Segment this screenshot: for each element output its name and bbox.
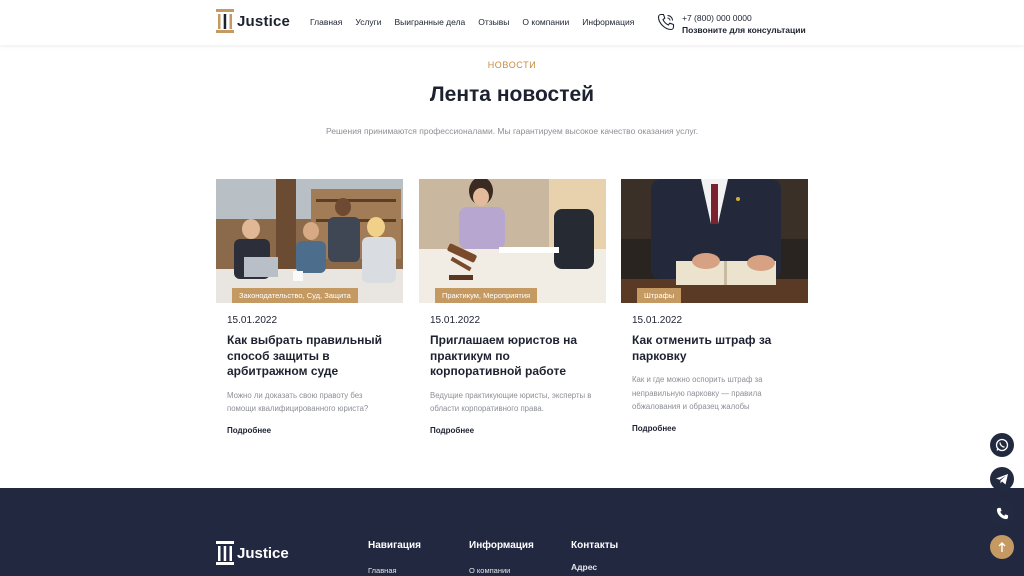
whatsapp-icon	[995, 438, 1009, 452]
news-title[interactable]: Как отменить штраф за парковку	[632, 333, 798, 364]
footer-logo[interactable]: Justice	[216, 541, 289, 565]
telegram-button[interactable]	[990, 467, 1014, 491]
columns-logo-icon	[216, 541, 234, 565]
phone-caption: Позвоните для консультации	[682, 25, 806, 35]
read-more-link[interactable]: Подробнее	[430, 426, 606, 435]
logo[interactable]: Justice	[216, 9, 290, 33]
nav-item-services[interactable]: Услуги	[355, 17, 381, 27]
read-more-link[interactable]: Подробнее	[632, 424, 808, 433]
section-description: Решения принимаются профессионалами. Мы …	[325, 126, 699, 136]
nav-item-reviews[interactable]: Отзывы	[478, 17, 509, 27]
news-card: Законодательство, Суд, Защита 15.01.2022…	[216, 179, 403, 435]
news-image-book[interactable]: Штрафы	[621, 179, 808, 303]
site-header: Justice Главная Услуги Выигранные дела О…	[0, 0, 1024, 45]
news-excerpt: Ведущие практикующие юристы, эксперты в …	[430, 390, 592, 414]
section-eyebrow: НОВОСТИ	[487, 60, 537, 70]
footer-link[interactable]: О компании	[469, 566, 534, 575]
footer-heading: Контакты	[571, 540, 619, 551]
section-title: Лента новостей	[429, 83, 595, 106]
news-date: 15.01.2022	[430, 315, 481, 326]
footer-address-label: Адрес	[571, 562, 598, 572]
news-card: Практикум, Мероприятия 15.01.2022 Пригла…	[419, 179, 606, 435]
news-title[interactable]: Как выбрать правильный способ защиты в а…	[227, 333, 393, 380]
phone-icon	[657, 13, 675, 31]
footer-heading: Информация	[469, 540, 534, 551]
main-nav: Главная Услуги Выигранные дела Отзывы О …	[310, 17, 647, 27]
phone-icon	[996, 507, 1008, 519]
footer-col-information: Информация О компании	[469, 540, 534, 575]
nav-item-won-cases[interactable]: Выигранные дела	[395, 17, 466, 27]
scroll-top-button[interactable]	[990, 535, 1014, 559]
phone-number[interactable]: +7 (800) 000 0000	[682, 13, 806, 23]
nav-item-home[interactable]: Главная	[310, 17, 342, 27]
footer-link[interactable]: Главная	[368, 566, 421, 575]
nav-item-info[interactable]: Информация	[582, 17, 634, 27]
header-phone[interactable]: +7 (800) 000 0000 Позвоните для консульт…	[682, 13, 806, 35]
nav-item-about[interactable]: О компании	[522, 17, 569, 27]
news-tag[interactable]: Штрафы	[637, 288, 682, 303]
call-button[interactable]	[990, 501, 1014, 525]
footer-heading: Навигация	[368, 540, 421, 551]
news-date: 15.01.2022	[632, 315, 683, 326]
news-image-meeting[interactable]: Законодательство, Суд, Защита	[216, 179, 403, 303]
footer-logo-text: Justice	[237, 544, 289, 562]
news-card: Штрафы 15.01.2022 Как отменить штраф за …	[621, 179, 808, 433]
telegram-icon	[996, 474, 1008, 485]
columns-logo-icon	[216, 9, 234, 33]
footer-col-contacts: Контакты Адрес	[571, 540, 618, 572]
news-date: 15.01.2022	[227, 315, 278, 326]
news-title[interactable]: Приглашаем юристов на практикум по корпо…	[430, 333, 596, 380]
site-footer: Justice Навигация Главная Информация О к…	[0, 488, 1024, 576]
news-image-gavel[interactable]: Практикум, Мероприятия	[419, 179, 606, 303]
read-more-link[interactable]: Подробнее	[227, 426, 403, 435]
news-excerpt: Как и где можно оспорить штраф за неправ…	[632, 375, 763, 411]
whatsapp-button[interactable]	[990, 433, 1014, 457]
logo-text: Justice	[237, 12, 291, 30]
footer-col-navigation: Навигация Главная	[368, 540, 421, 575]
news-tag[interactable]: Практикум, Мероприятия	[435, 288, 538, 303]
news-excerpt: Можно ли доказать свою правоту без помощ…	[227, 390, 369, 414]
arrow-up-icon	[998, 542, 1006, 552]
news-tag[interactable]: Законодательство, Суд, Защита	[232, 288, 358, 303]
